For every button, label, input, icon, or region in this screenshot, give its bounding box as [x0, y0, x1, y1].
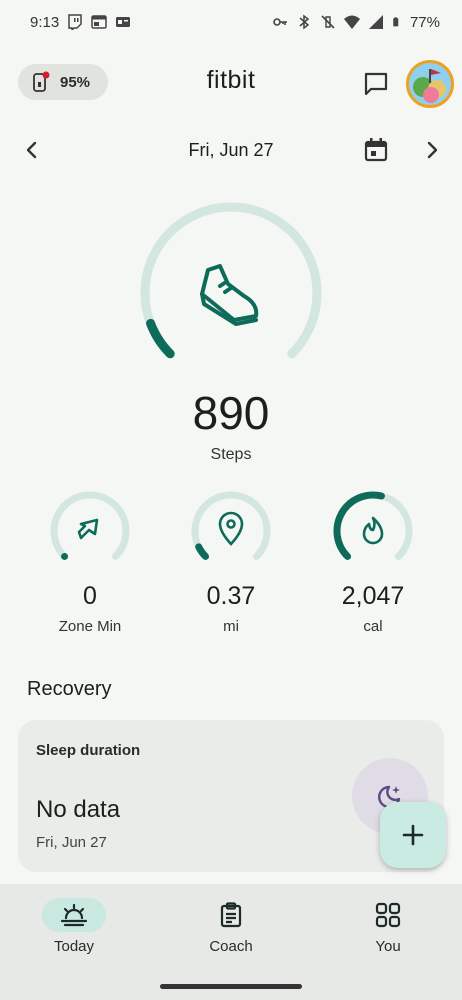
bluetooth-icon [299, 14, 310, 30]
status-bar: 9:13 77% [0, 0, 462, 44]
chevron-right-icon[interactable] [420, 138, 444, 162]
sleep-card-date: Fri, Jun 27 [36, 834, 107, 851]
vpn-key-icon [273, 18, 287, 26]
zone-minutes-ring [50, 491, 130, 560]
plus-icon [402, 824, 424, 846]
avatar-image [409, 63, 451, 105]
current-date-label: Fri, Jun 27 [188, 140, 274, 160]
steps-progress-ring[interactable] [136, 198, 326, 388]
nav-you-label: You [375, 938, 401, 955]
sunrise-icon [60, 903, 88, 927]
steps-ring-fill [146, 318, 175, 359]
twitch-notification-icon [68, 14, 82, 30]
recovery-section-title: Recovery [27, 678, 112, 700]
nav-you-pill [356, 898, 420, 932]
nav-today-pill [42, 898, 106, 932]
distance-label: mi [223, 618, 239, 635]
app-notification-icon [116, 17, 131, 27]
vibrate-off-icon [321, 15, 335, 29]
nav-coach-label: Coach [209, 938, 253, 955]
date-navigation: Fri, Jun 27 [0, 130, 462, 170]
calories-value: 2,047 [341, 582, 405, 610]
nav-coach-pill [199, 898, 263, 932]
calories-label: cal [363, 618, 383, 635]
app-header: 95% fitbit [0, 56, 462, 112]
cell-signal-icon [368, 15, 383, 29]
nav-you[interactable]: You [328, 898, 448, 968]
zone-minutes-label: Zone Min [58, 618, 122, 635]
stat-distance[interactable]: 0.37 mi [176, 490, 286, 650]
location-pin-icon [218, 511, 244, 546]
battery-percent: 77% [409, 13, 440, 31]
distance-ring [191, 491, 271, 560]
steps-value: 890 [192, 387, 270, 439]
zone-minutes-value: 0 [83, 582, 97, 610]
profile-avatar[interactable] [406, 60, 454, 108]
sleep-card-title: Sleep duration [36, 742, 141, 759]
calories-ring [333, 491, 413, 560]
bottom-navigation: Today Coach You [0, 884, 462, 1000]
distance-value: 0.37 [206, 582, 256, 610]
steps-label: Steps [210, 446, 252, 463]
wifi-icon [343, 15, 360, 29]
home-indicator [160, 984, 302, 989]
app-title: fitbit [206, 66, 256, 94]
shoe-icon [200, 264, 259, 326]
battery-icon [393, 17, 399, 27]
stat-zone-minutes[interactable]: 0 Zone Min [35, 490, 145, 650]
status-time: 9:13 [30, 13, 60, 31]
clipboard-icon [220, 902, 242, 928]
calendar-icon[interactable] [362, 136, 390, 164]
zone-arrows-icon [77, 518, 99, 540]
add-button[interactable] [380, 802, 446, 868]
nav-coach[interactable]: Coach [171, 898, 291, 968]
flame-icon [362, 516, 384, 545]
browser-notification-icon [91, 15, 107, 29]
sleep-card-value: No data [36, 796, 121, 823]
grid-icon [375, 902, 401, 928]
steps-ring-track [140, 202, 322, 359]
messages-icon[interactable] [360, 68, 392, 100]
nav-today-label: Today [53, 938, 95, 955]
stat-calories[interactable]: 2,047 cal [318, 490, 428, 650]
nav-today[interactable]: Today [14, 898, 134, 968]
